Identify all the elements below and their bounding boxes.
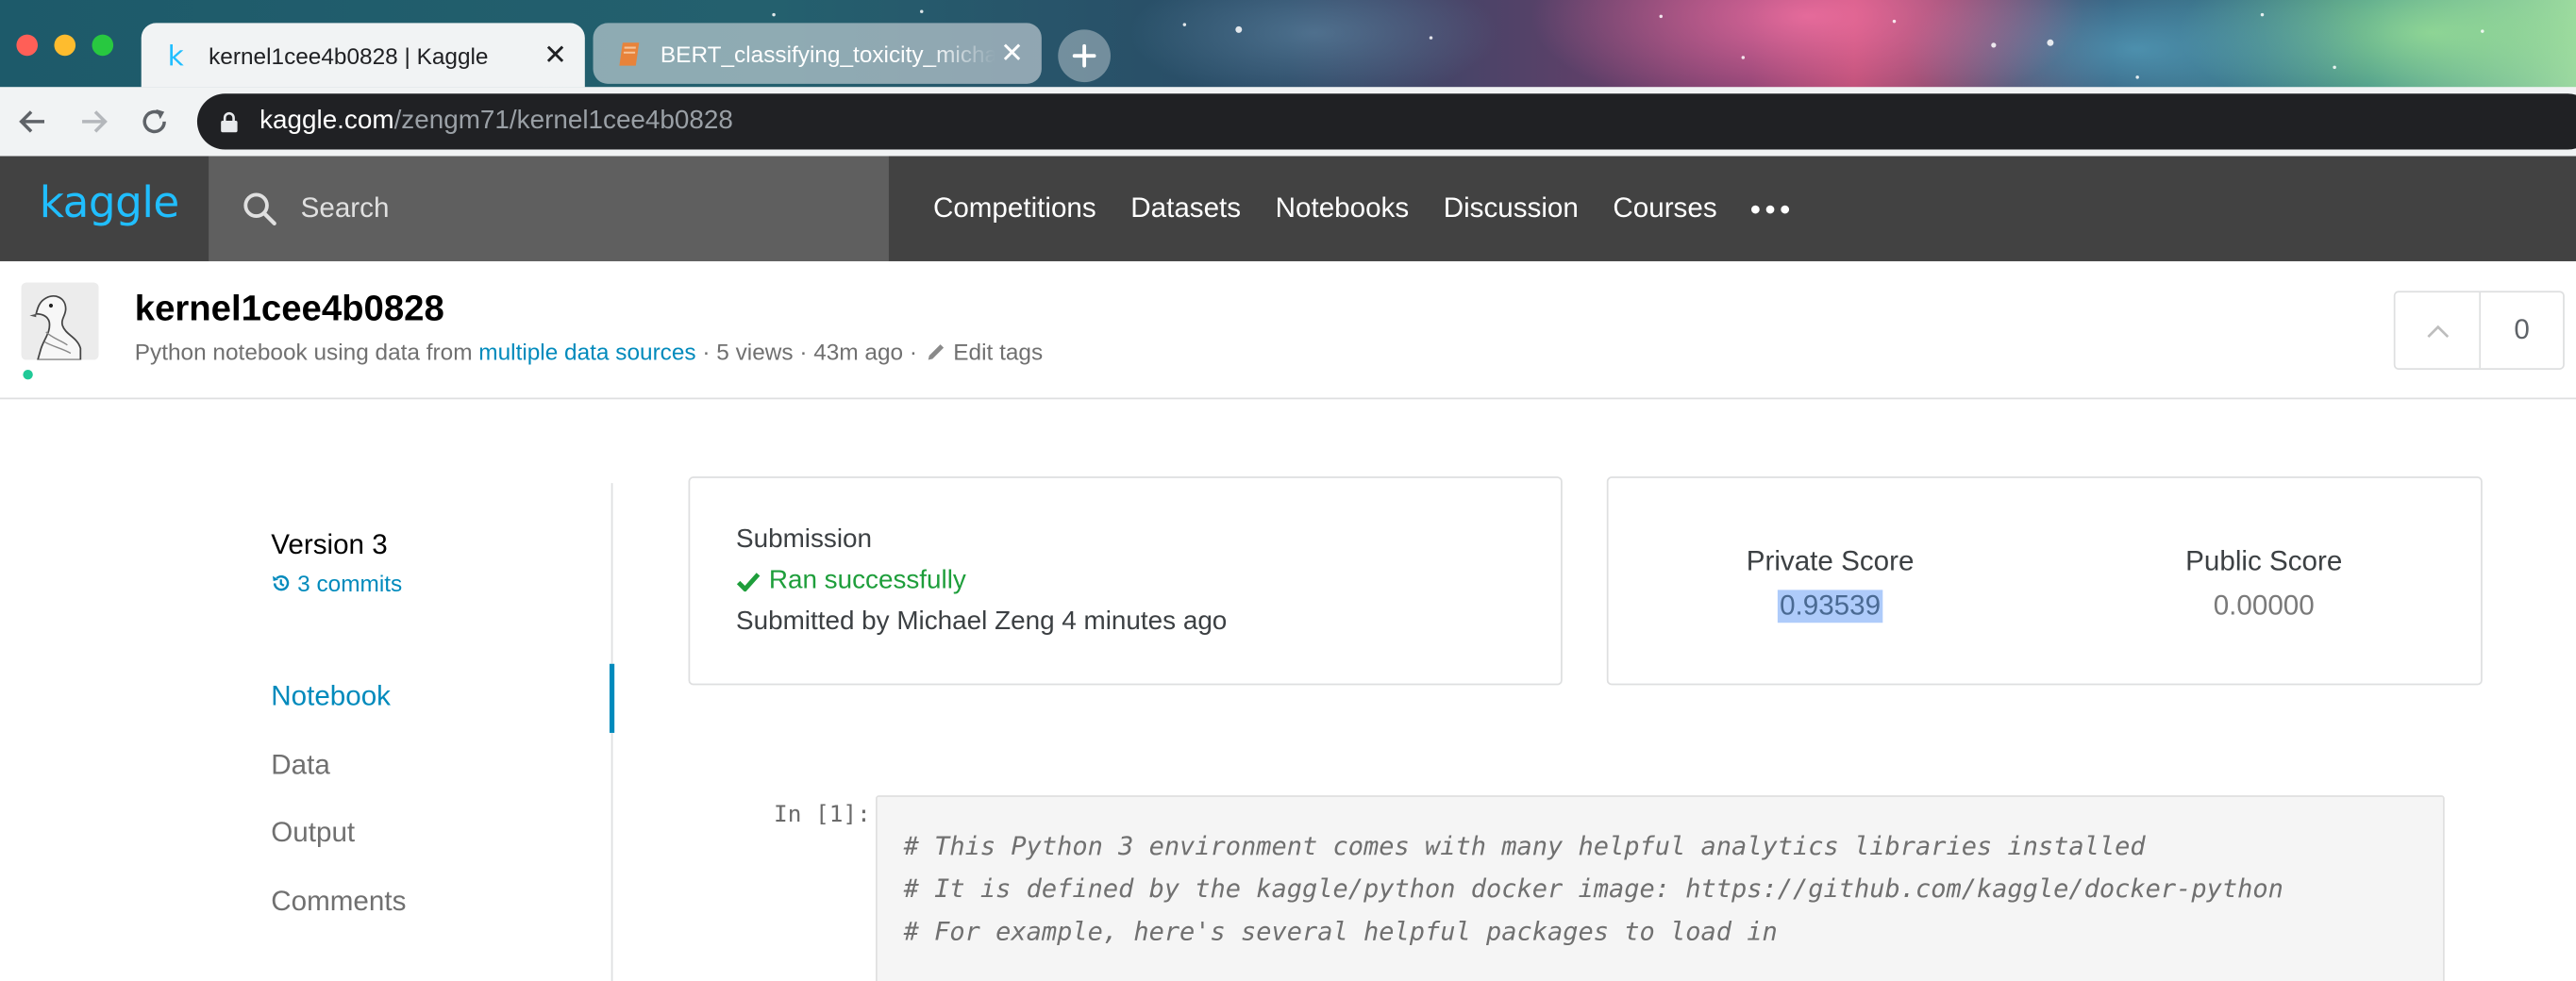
vote-widget: 0 [2393,291,2565,370]
browser-toolbar: kaggle.com/zengm71/kernel1cee4b0828 [0,87,2576,157]
browser-tab-kaggle[interactable]: k kernel1cee4b0828 | Kaggle ✕ [141,23,585,88]
submission-card: Submission Ran successfully Submitted by… [688,476,1563,686]
kaggle-header: kaggle Search Competitions Datasets Note… [0,156,2576,261]
private-score: Private Score 0.93539 [1682,545,1978,624]
sidebar-item-comments[interactable]: Comments [271,886,406,919]
sidebar-item-notebook[interactable]: Notebook [271,680,391,713]
notebook-title-bar: kernel1cee4b0828 Python notebook using d… [0,260,2576,400]
url-path: /zengm71/kernel1cee4b0828 [393,107,733,135]
new-tab-button[interactable] [1058,29,1111,83]
window-minimize-button[interactable] [54,34,76,57]
upvote-button[interactable] [2396,292,2482,369]
plus-icon [1072,43,1096,68]
submission-heading: Submission [736,525,873,555]
public-score: Public Score 0.00000 [2116,545,2412,623]
cell-prompt: In [1]: [774,802,871,828]
checkmark-icon [736,573,761,592]
main-nav: Competitions Datasets Notebooks Discussi… [933,156,1790,260]
commits-label: 3 commits [297,570,403,597]
kaggle-k-icon: k [164,42,191,68]
window-zoom-button[interactable] [92,34,114,57]
sidebar-active-indicator [609,663,615,733]
score-card: Private Score 0.93539 Public Score 0.000… [1606,476,2483,686]
history-icon [273,575,290,591]
url-host: kaggle.com [259,107,394,135]
close-icon[interactable]: ✕ [539,39,572,72]
nav-competitions[interactable]: Competitions [933,192,1096,225]
search-input[interactable]: Search [209,156,889,261]
tab-title: kernel1cee4b0828 | Kaggle [209,42,489,69]
code-line: # For example, here's several helpful pa… [903,917,1778,947]
data-sources-link[interactable]: multiple data sources [478,339,695,365]
code-line: # This Python 3 environment comes with m… [903,831,2146,861]
browser-tab-strip: k kernel1cee4b0828 | Kaggle ✕ BERT_class… [0,0,2576,88]
submission-status: Ran successfully [736,567,966,596]
page-title: kernel1cee4b0828 [134,287,444,329]
code-line: # It is defined by the kaggle/python doc… [903,873,2283,905]
goose-icon [21,282,99,360]
browser-tab-bert[interactable]: BERT_classifying_toxicity_michae ✕ [593,23,1042,84]
code-cell[interactable]: # This Python 3 environment comes with m… [876,795,2445,981]
close-icon[interactable]: ✕ [995,37,1029,70]
nav-datasets[interactable]: Datasets [1130,192,1241,225]
nav-courses[interactable]: Courses [1613,192,1716,225]
public-score-value: 0.00000 [2213,590,2315,622]
status-text: Ran successfully [768,566,966,595]
kaggle-notebook-page: k kernel1cee4b0828 | Kaggle ✕ BERT_class… [0,0,2576,981]
public-score-label: Public Score [2185,545,2343,577]
tab-title: BERT_classifying_toxicity_michae [660,40,996,67]
commits-link[interactable]: 3 commits [271,570,402,596]
pencil-icon [928,344,945,360]
private-score-value: 0.93539 [1778,590,1882,624]
nav-discussion[interactable]: Discussion [1444,192,1579,225]
meta-prefix: Python notebook using data from [134,338,473,365]
edit-tags-label: Edit tags [953,338,1044,365]
notebook-icon [616,41,643,67]
online-status-dot [23,369,33,380]
reload-icon[interactable] [137,104,173,140]
notebook-sidebar: Version 3 3 commits Notebook Data Output… [0,399,615,981]
address-bar[interactable]: kaggle.com/zengm71/kernel1cee4b0828 [196,93,2576,150]
sidebar-item-output[interactable]: Output [271,817,355,850]
svg-text:k: k [168,42,185,68]
edit-tags-button[interactable]: Edit tags [927,339,1043,365]
version-label: Version 3 [271,528,388,561]
avatar[interactable] [21,282,99,360]
vote-count: 0 [2514,313,2530,345]
chevron-up-icon [2426,324,2449,338]
forward-icon[interactable] [75,104,111,140]
notebook-meta: Python notebook using data from multiple… [135,339,1043,365]
back-icon[interactable] [15,104,51,140]
window-close-button[interactable] [16,34,39,57]
more-menu-icon[interactable] [1751,192,1790,225]
private-score-label: Private Score [1746,545,1915,577]
sidebar-item-data[interactable]: Data [271,749,330,782]
search-icon [242,191,277,226]
nav-notebooks[interactable]: Notebooks [1276,192,1410,225]
kaggle-logo[interactable]: kaggle [40,179,179,228]
search-placeholder: Search [300,191,390,224]
meta-suffix: · 5 views · 43m ago · [702,338,917,365]
submitted-by-text: Submitted by Michael Zeng 4 minutes ago [736,607,1228,637]
lock-icon [220,111,238,133]
